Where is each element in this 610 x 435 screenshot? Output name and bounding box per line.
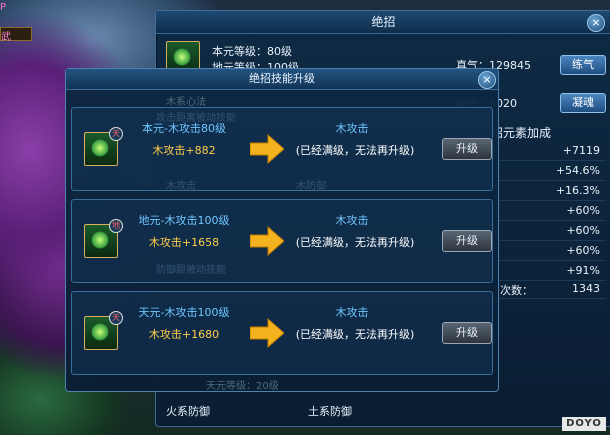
element-row-value: +60% xyxy=(566,244,600,257)
element-row-value: +7119 xyxy=(562,144,600,157)
skill-window-title: 绝招 xyxy=(156,11,610,34)
element-row: +60% xyxy=(486,201,606,221)
ghost-text: 木系心法 xyxy=(166,97,206,108)
element-row: +60% xyxy=(486,241,606,261)
upgrade-button[interactable]: 升级 xyxy=(442,138,492,160)
wood-skill-icon: 地 xyxy=(84,219,123,258)
background-tag: P xyxy=(0,2,7,13)
element-row-value: +16.3% xyxy=(555,184,600,197)
element-row: +60% xyxy=(486,221,606,241)
upgrade-card: 天 本元-木攻击80级 木攻击+882 木攻击 (已经满级，无法再升级) 升级 xyxy=(71,107,493,191)
element-row: +16.3% xyxy=(486,181,606,201)
tier-badge: 地 xyxy=(109,219,123,233)
watermark-logo: DOYO xyxy=(562,417,606,431)
skill-upgrade-dialog: 绝招技能升级 × 木系心法 攻击距离被动技能 木攻击 木防御 防御距被动技能 天… xyxy=(65,68,499,392)
skill-bonus: 木攻击+1680 xyxy=(148,328,220,341)
tier-badge: 天 xyxy=(109,311,123,325)
skill-window-close-button[interactable]: × xyxy=(587,14,605,32)
result-note: (已经满级，无法再升级) xyxy=(295,144,415,157)
result-note: (已经满级，无法再升级) xyxy=(295,236,415,249)
upgrade-dialog-close-button[interactable]: × xyxy=(478,71,496,89)
element-row: +7119 xyxy=(486,141,606,161)
tier-badge: 天 xyxy=(109,127,123,141)
skill-name: 地元-木攻击100级 xyxy=(138,214,230,227)
upgrade-card: 天 天元-木攻击100级 木攻击+1680 木攻击 (已经满级，无法再升级) 升… xyxy=(71,291,493,375)
background-strip: 武 xyxy=(0,27,32,43)
practice-button[interactable]: 练气 xyxy=(560,55,606,75)
element-row-value: 1343 xyxy=(572,282,600,295)
result-note: (已经满级，无法再升级) xyxy=(295,328,415,341)
main-stat-1: 本元等级：80级 xyxy=(212,45,292,58)
wood-skill-icon: 天 xyxy=(84,311,123,350)
skill-bonus: 木攻击+882 xyxy=(152,144,216,157)
ghost-text: 天元等级：20级 xyxy=(206,381,279,392)
result-name: 木攻击 xyxy=(335,214,369,227)
upgrade-dialog-title: 绝招技能升级 xyxy=(66,69,498,90)
skill-bonus: 木攻击+1658 xyxy=(148,236,220,249)
element-row-value: +91% xyxy=(566,264,600,277)
arrow-right-icon xyxy=(250,318,284,348)
upgrade-card: 地 地元-木攻击100级 木攻击+1658 木攻击 (已经满级，无法再升级) 升… xyxy=(71,199,493,283)
upgrade-button[interactable]: 升级 xyxy=(442,322,492,344)
element-row: 1343 次数： xyxy=(486,279,606,299)
condense-button[interactable]: 凝魂 xyxy=(560,93,606,113)
skill-name: 本元-木攻击80级 xyxy=(142,122,226,135)
element-row-value: +54.6% xyxy=(555,164,600,177)
arrow-right-icon xyxy=(250,226,284,256)
element-row-value: +60% xyxy=(566,224,600,237)
fire-defense-label: 火系防御 xyxy=(166,405,210,418)
element-row: +91% xyxy=(486,261,606,281)
wood-skill-icon: 天 xyxy=(84,127,123,166)
element-row: +54.6% xyxy=(486,161,606,181)
result-name: 木攻击 xyxy=(335,122,369,135)
element-row-value: +60% xyxy=(566,204,600,217)
background-strip-text: 武 xyxy=(1,32,11,43)
counter-label: 次数： xyxy=(500,284,533,297)
arrow-right-icon xyxy=(250,134,284,164)
earth-defense-label: 土系防御 xyxy=(308,405,352,418)
skill-name: 天元-木攻击100级 xyxy=(138,306,230,319)
result-name: 木攻击 xyxy=(335,306,369,319)
upgrade-button[interactable]: 升级 xyxy=(442,230,492,252)
element-bonus-title: 招元素加成 xyxy=(491,126,552,140)
